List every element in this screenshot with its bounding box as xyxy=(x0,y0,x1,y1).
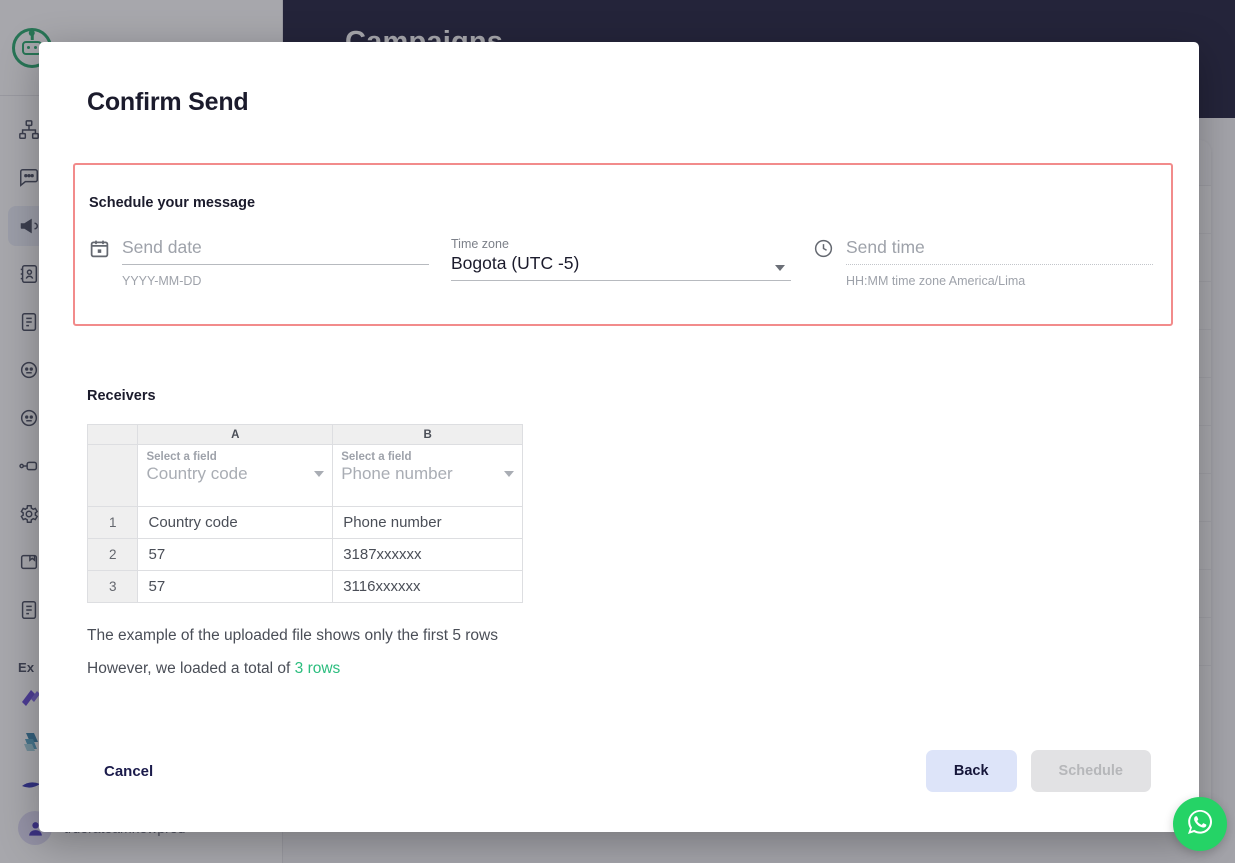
cancel-button[interactable]: Cancel xyxy=(87,763,153,780)
sheet-corner-cell xyxy=(86,424,139,445)
send-time-hint: HH:MM time zone America/Lima xyxy=(846,274,1026,288)
field-selector-a-value: Country code xyxy=(146,464,248,483)
sheet-column-letter-b: B xyxy=(332,424,523,445)
cell-b: 3116xxxxxx xyxy=(332,570,523,603)
receivers-sheet: A B Select a field Country code Select a… xyxy=(86,424,523,603)
send-date-input[interactable]: Send date xyxy=(122,237,429,265)
footer-actions: Back Schedule xyxy=(925,750,1151,792)
send-date-field[interactable]: Send date YYYY-MM-DD xyxy=(89,237,429,288)
whatsapp-widget-button[interactable] xyxy=(1173,797,1227,851)
modal-footer: Cancel Back Schedule xyxy=(39,750,1199,832)
sheet-data-row: 1 Country code Phone number xyxy=(86,506,523,539)
send-time-field[interactable]: Send time HH:MM time zone America/Lima xyxy=(813,237,1153,288)
schedule-section: Schedule your message Send date YYYY-MM-… xyxy=(73,163,1173,326)
chevron-down-icon[interactable] xyxy=(504,471,514,477)
field-selector-b-value: Phone number xyxy=(341,464,453,483)
cell-a: 57 xyxy=(137,538,334,571)
row-index: 1 xyxy=(86,506,139,539)
cell-b: 3187xxxxxx xyxy=(332,538,523,571)
schedule-fields: Send date YYYY-MM-DD Time zone Bogota (U… xyxy=(75,211,1171,288)
calendar-icon xyxy=(89,238,110,259)
schedule-button: Schedule xyxy=(1030,750,1151,792)
field-selector-b[interactable]: Select a field Phone number xyxy=(332,444,523,507)
field-selector-a[interactable]: Select a field Country code xyxy=(137,444,334,507)
chevron-down-icon[interactable] xyxy=(314,471,325,477)
sheet-selector-row: Select a field Country code Select a fie… xyxy=(86,444,523,507)
receivers-heading: Receivers xyxy=(87,388,156,404)
cell-a: Country code xyxy=(137,506,334,539)
field-selector-b-label: Select a field xyxy=(341,451,412,463)
chevron-down-icon[interactable] xyxy=(775,265,785,271)
cell-b: Phone number xyxy=(332,506,523,539)
rows-count: 3 rows xyxy=(294,660,341,677)
preview-note: The example of the uploaded file shows o… xyxy=(87,627,498,644)
confirm-send-modal: Confirm Send Schedule your message Send … xyxy=(39,42,1199,832)
send-time-input[interactable]: Send time xyxy=(846,237,1153,265)
time-zone-label: Time zone xyxy=(451,237,509,251)
whatsapp-icon xyxy=(1184,806,1216,843)
send-date-hint: YYYY-MM-DD xyxy=(122,274,202,288)
row-index: 3 xyxy=(86,570,139,603)
receivers-section: Receivers A B Select a field Country cod… xyxy=(39,326,1199,678)
screen-root: Ex Confirm Send Schedule your message Se… xyxy=(0,0,1235,863)
sheet-data-row: 2 57 3187xxxxxx xyxy=(86,538,523,571)
field-selector-a-label: Select a field xyxy=(146,451,217,463)
cell-a: 57 xyxy=(137,570,334,603)
time-zone-field[interactable]: Time zone Bogota (UTC -5) xyxy=(451,237,791,281)
sheet-letter-row: A B xyxy=(86,424,523,445)
row-index: 2 xyxy=(86,538,139,571)
modal-title: Confirm Send xyxy=(87,88,249,116)
back-button[interactable]: Back xyxy=(925,750,1017,792)
sheet-column-letter-a: A xyxy=(137,424,334,445)
clock-icon xyxy=(813,238,834,259)
schedule-heading: Schedule your message xyxy=(89,195,256,211)
sheet-data-row: 3 57 3116xxxxxx xyxy=(86,570,523,603)
total-note-prefix: However, we loaded a total of xyxy=(87,660,295,677)
sheet-selector-idx xyxy=(86,444,139,507)
time-zone-select[interactable]: Bogota (UTC -5) xyxy=(451,253,791,281)
total-note: However, we loaded a total of 3 rows xyxy=(87,645,1199,678)
